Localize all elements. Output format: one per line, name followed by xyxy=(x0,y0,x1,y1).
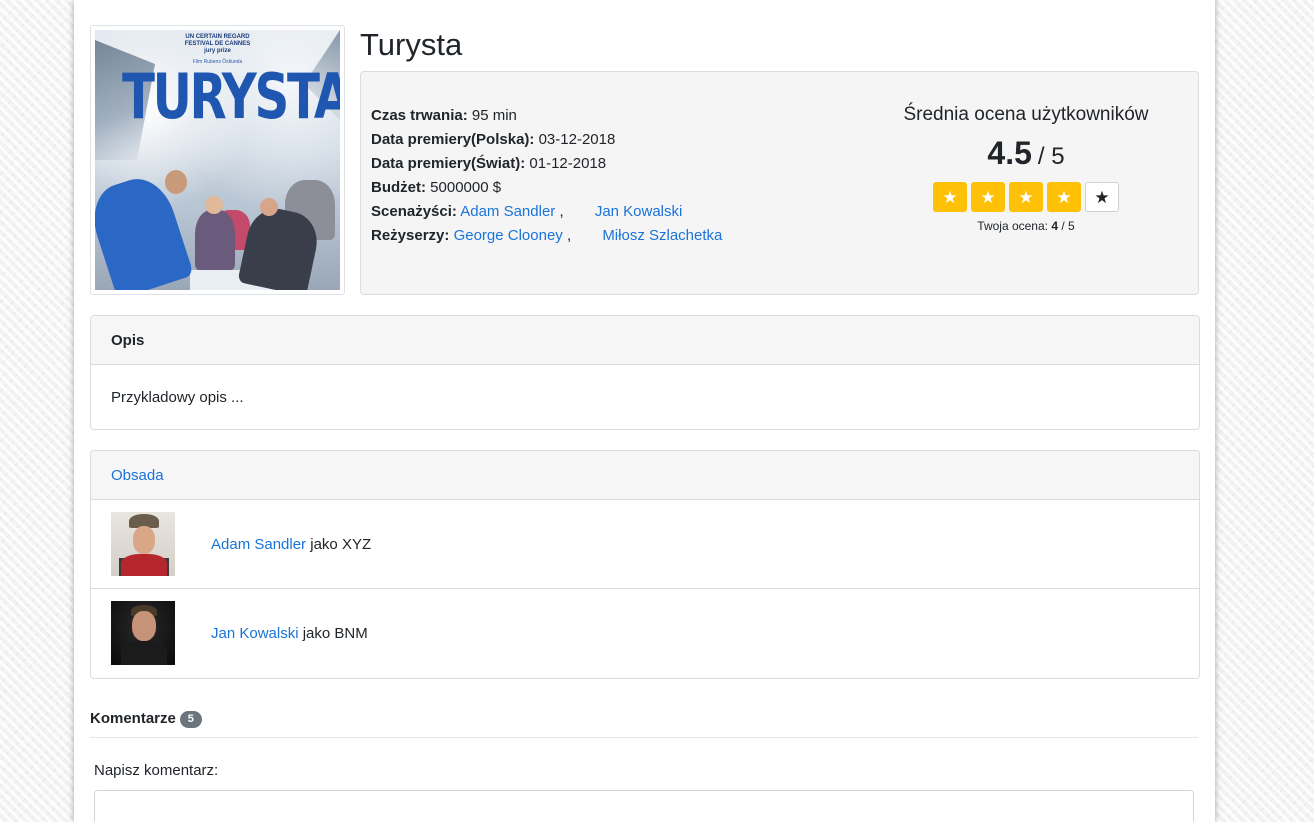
cast-role: XYZ xyxy=(341,535,372,553)
comments-heading: Komentarze 5 xyxy=(90,706,1198,738)
rating-panel: Średnia ocena użytkowników 4.5/ 5 ★ ★ ★ ★ ★ … xyxy=(871,102,1181,234)
rating-heading: Średnia ocena użytkowników xyxy=(903,104,1149,125)
poster-scene xyxy=(95,140,340,290)
description-card: Opis Przykladowy opis ... xyxy=(90,315,1200,430)
budget-label: Budżet: xyxy=(371,179,426,196)
writer-link[interactable]: Adam Sandler xyxy=(460,203,555,220)
poster-title-text: TURYSTA xyxy=(121,60,340,133)
writers-row: Scenażyści: Adam Sandler , Jan Kowalski xyxy=(371,200,722,224)
movie-title: Turysta xyxy=(360,27,463,62)
actor-link[interactable]: Adam Sandler xyxy=(211,536,306,553)
premiere-pl-label: Data premiery(Polska): xyxy=(371,131,535,148)
comment-label: Napisz komentarz: xyxy=(94,762,219,779)
movie-info-box: Czas trwania: 95 min Data premiery(Polsk… xyxy=(360,71,1199,295)
cast-role: BNM xyxy=(334,624,368,642)
actor-photo xyxy=(111,512,175,576)
duration-row: Czas trwania: 95 min xyxy=(371,104,722,128)
actor-link[interactable]: Jan Kowalski xyxy=(211,625,299,642)
description-text: Przykladowy opis ... xyxy=(111,388,244,406)
cast-card: Obsada Adam Sandler jako XYZ Jan Kowalsk… xyxy=(90,450,1200,679)
cast-header-link[interactable]: Obsada xyxy=(111,467,164,484)
premiere-world-value: 01-12-2018 xyxy=(529,155,607,172)
budget-value: 5000000 $ xyxy=(430,179,502,196)
average-rating-max: / 5 xyxy=(1037,143,1065,170)
directors-separator: , xyxy=(566,227,572,244)
average-rating: 4.5/ 5 xyxy=(871,135,1181,178)
duration-value: 95 min xyxy=(471,107,517,124)
cast-header[interactable]: Obsada xyxy=(91,451,1199,500)
movie-details-list: Czas trwania: 95 min Data premiery(Polsk… xyxy=(371,104,722,248)
main-container: UN CERTAIN REGARD FESTIVAL DE CANNES jur… xyxy=(74,0,1215,822)
star-rating-input: ★ ★ ★ ★ ★ xyxy=(871,182,1181,212)
cast-connector: jako xyxy=(302,624,331,642)
star-button[interactable]: ★ xyxy=(933,182,967,212)
cast-row: Adam Sandler jako XYZ xyxy=(91,500,1199,589)
cast-entry: Adam Sandler jako XYZ xyxy=(211,536,371,553)
your-rating-value: 4 xyxy=(1051,219,1059,233)
star-button[interactable]: ★ xyxy=(1009,182,1043,212)
poster-festival-text: UN CERTAIN REGARD FESTIVAL DE CANNES jur… xyxy=(184,34,251,54)
your-rating-max: / 5 xyxy=(1061,219,1075,233)
star-button[interactable]: ★ xyxy=(1047,182,1081,212)
cast-row: Jan Kowalski jako BNM xyxy=(91,589,1199,677)
star-icon: ★ xyxy=(942,187,958,207)
writer-link[interactable]: Jan Kowalski xyxy=(595,203,683,220)
duration-label: Czas trwania: xyxy=(371,107,468,124)
premiere-pl-row: Data premiery(Polska): 03-12-2018 xyxy=(371,128,722,152)
star-button[interactable]: ★ xyxy=(971,182,1005,212)
cast-connector: jako xyxy=(310,535,338,553)
cast-entry: Jan Kowalski jako BNM xyxy=(211,625,368,642)
directors-label: Reżyserzy: xyxy=(371,227,450,244)
premiere-world-row: Data premiery(Świat): 01-12-2018 xyxy=(371,152,722,176)
comment-input[interactable] xyxy=(94,790,1194,822)
star-icon: ★ xyxy=(980,187,996,207)
star-icon: ★ xyxy=(1094,187,1110,207)
directors-row: Reżyserzy: George Clooney , Miłosz Szlac… xyxy=(371,224,722,248)
comments-heading-text: Komentarze xyxy=(90,710,176,727)
comments-count-badge: 5 xyxy=(179,711,202,728)
poster-frame: UN CERTAIN REGARD FESTIVAL DE CANNES jur… xyxy=(90,25,345,295)
star-button[interactable]: ★ xyxy=(1085,182,1119,212)
budget-row: Budżet: 5000000 $ xyxy=(371,176,722,200)
director-link[interactable]: Miłosz Szlachetka xyxy=(602,227,722,244)
star-icon: ★ xyxy=(1056,187,1072,207)
your-rating-label: Twoja ocena: xyxy=(977,219,1048,233)
average-rating-value: 4.5 xyxy=(987,135,1032,171)
movie-poster: UN CERTAIN REGARD FESTIVAL DE CANNES jur… xyxy=(95,30,340,290)
star-icon: ★ xyxy=(1018,187,1034,207)
writers-label: Scenażyści: xyxy=(371,203,457,220)
premiere-world-label: Data premiery(Świat): xyxy=(371,155,526,172)
actor-photo xyxy=(111,601,175,665)
writers-separator: , xyxy=(559,203,564,220)
premiere-pl-value: 03-12-2018 xyxy=(538,131,616,148)
your-rating: Twoja ocena: 4 / 5 xyxy=(871,218,1181,234)
description-header: Opis xyxy=(91,316,1199,365)
director-link[interactable]: George Clooney xyxy=(454,227,563,244)
